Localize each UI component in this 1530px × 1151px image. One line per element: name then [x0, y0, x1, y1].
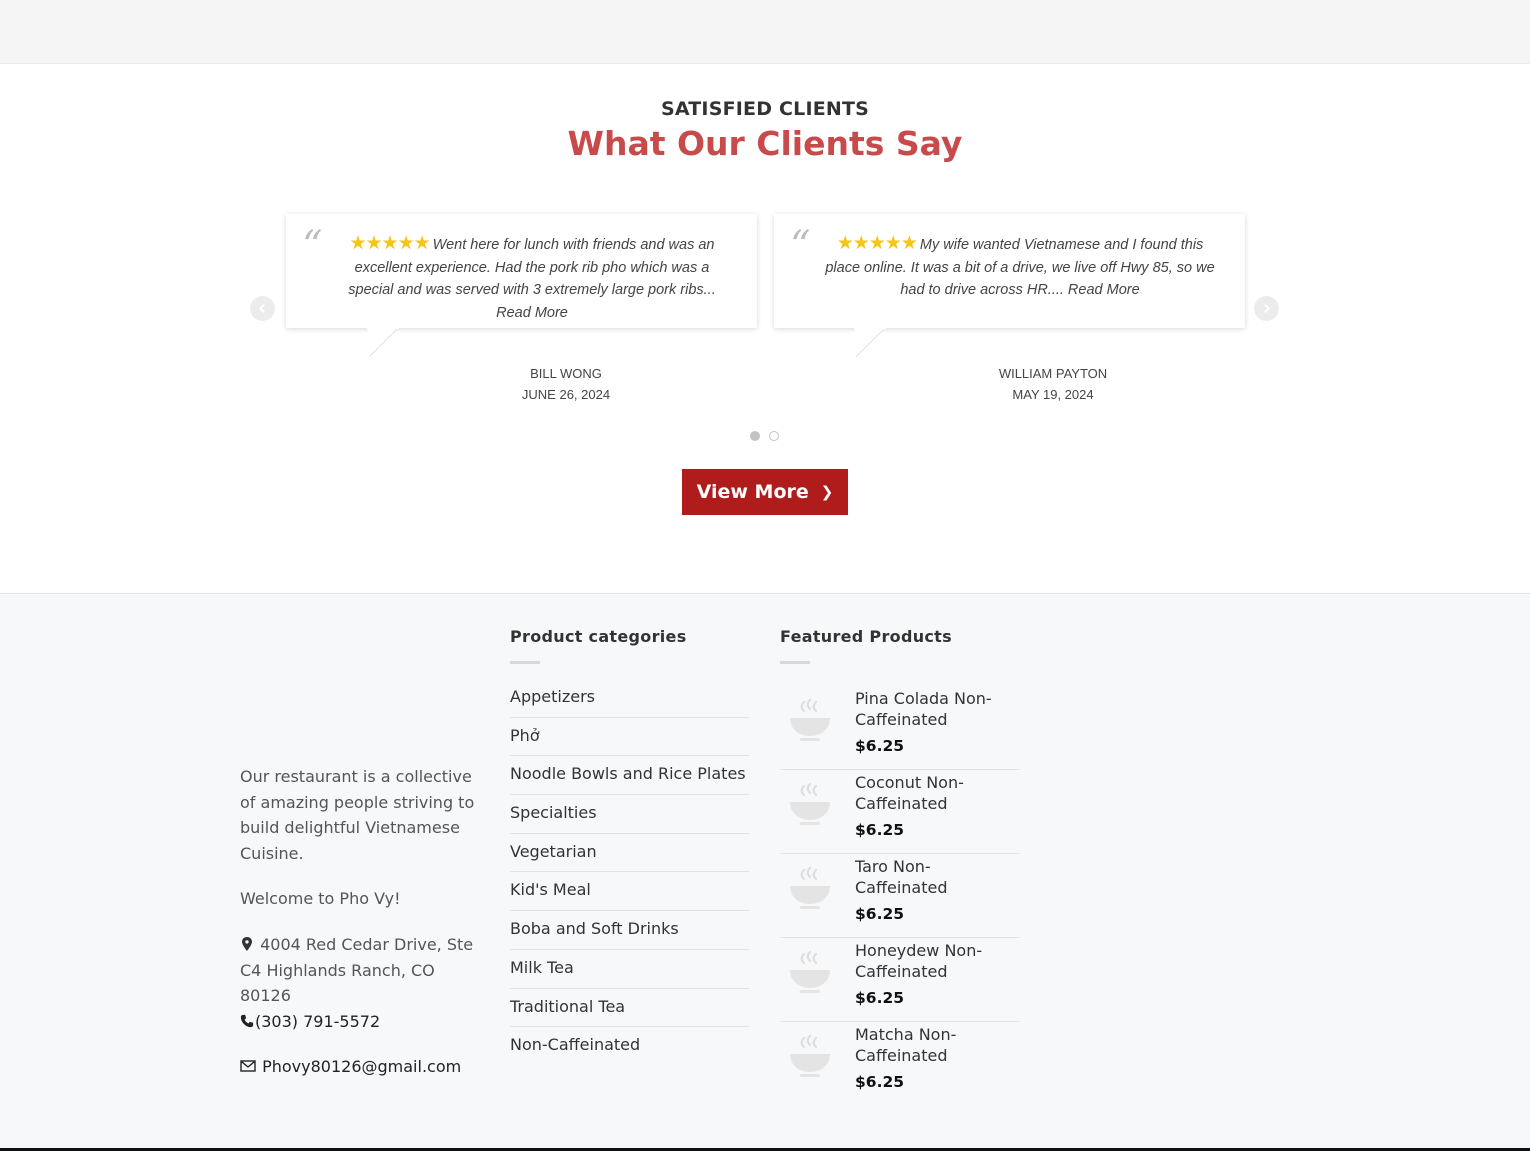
product-name[interactable]: Coconut Non-Caffeinated: [855, 772, 1020, 814]
product-name[interactable]: Taro Non-Caffeinated: [855, 856, 1020, 898]
carousel-next-button[interactable]: [1254, 296, 1279, 321]
product-item[interactable]: Pina Colada Non-Caffeinated $6.25: [780, 686, 1020, 770]
category-item[interactable]: Vegetarian: [510, 834, 749, 873]
card-tail: [367, 328, 399, 358]
product-item[interactable]: Matcha Non-Caffeinated $6.25: [780, 1022, 1020, 1106]
featured-product-list: Pina Colada Non-Caffeinated $6.25 Coconu…: [780, 686, 1020, 1106]
bowl-placeholder-icon: [790, 782, 830, 825]
category-item[interactable]: Noodle Bowls and Rice Plates: [510, 756, 749, 796]
category-item[interactable]: Specialties: [510, 795, 749, 834]
welcome-text: Welcome to Pho Vy!: [240, 889, 401, 909]
product-item[interactable]: Taro Non-Caffeinated $6.25: [780, 854, 1020, 938]
featured-title: Featured Products: [780, 627, 952, 646]
category-item[interactable]: Phở: [510, 718, 749, 757]
testimonial-author: WILLIAM PAYTON MAY 19, 2024: [903, 363, 1203, 405]
category-list: Appetizers Phở Noodle Bowls and Rice Pla…: [510, 679, 749, 1066]
chevron-left-icon: [258, 303, 265, 314]
carousel-prev-button[interactable]: [250, 296, 275, 321]
bowl-placeholder-icon: [790, 698, 830, 741]
product-item[interactable]: Honeydew Non-Caffeinated $6.25: [780, 938, 1020, 1022]
email-text[interactable]: Phovy80126@gmail.com: [262, 1057, 461, 1076]
title-underline: [510, 661, 540, 664]
testimonial-text: ★★★★★ Went here for lunch with friends an…: [332, 233, 732, 324]
phone-icon: [240, 1014, 254, 1027]
product-item[interactable]: Coconut Non-Caffeinated $6.25: [780, 770, 1020, 854]
footer-about: Our restaurant is a collective of amazin…: [240, 764, 480, 1080]
section-eyebrow: SATISFIED CLIENTS: [660, 98, 870, 120]
product-price: $6.25: [855, 989, 905, 1007]
bowl-placeholder-icon: [790, 950, 830, 993]
testimonial-card: “ ★★★★★ Went here for lunch with friends …: [286, 214, 757, 328]
map-pin-icon: [242, 936, 252, 951]
phone-line[interactable]: (303) 791-5572: [240, 1009, 480, 1035]
carousel-dot-2[interactable]: [769, 431, 779, 441]
star-rating: ★★★★★: [349, 233, 430, 254]
chevron-right-icon: [1264, 303, 1271, 314]
product-price: $6.25: [855, 905, 905, 923]
review-date: MAY 19, 2024: [1012, 387, 1094, 402]
product-name[interactable]: Honeydew Non-Caffeinated: [855, 940, 1020, 982]
bowl-placeholder-icon: [790, 1034, 830, 1077]
testimonial-author: BILL WONG JUNE 26, 2024: [416, 363, 716, 405]
address-line: 4004 Red Cedar Drive, Ste C4 Highlands R…: [240, 932, 480, 1009]
category-item[interactable]: Non-Caffeinated: [510, 1027, 749, 1066]
category-item[interactable]: Boba and Soft Drinks: [510, 911, 749, 950]
product-name[interactable]: Pina Colada Non-Caffeinated: [855, 688, 1020, 730]
contact-block: 4004 Red Cedar Drive, Ste C4 Highlands R…: [240, 932, 480, 1034]
testimonials-section: SATISFIED CLIENTS What Our Clients Say “…: [0, 64, 1530, 593]
email-line[interactable]: Phovy80126@gmail.com: [240, 1054, 480, 1080]
view-more-label: View More: [696, 481, 809, 503]
envelope-icon: [240, 1060, 256, 1073]
about-description: Our restaurant is a collective of amazin…: [240, 767, 475, 863]
address-text: 4004 Red Cedar Drive, Ste C4 Highlands R…: [240, 934, 474, 1006]
carousel-dot-1[interactable]: [750, 431, 760, 441]
category-item[interactable]: Appetizers: [510, 679, 749, 718]
author-name: BILL WONG: [530, 366, 602, 381]
footer: Our restaurant is a collective of amazin…: [0, 593, 1530, 1151]
product-price: $6.25: [855, 821, 905, 839]
product-price: $6.25: [855, 737, 905, 755]
author-name: WILLIAM PAYTON: [998, 366, 1108, 381]
bowl-placeholder-icon: [790, 866, 830, 909]
categories-title: Product categories: [510, 627, 687, 646]
product-price: $6.25: [855, 1073, 905, 1091]
quote-icon: “: [302, 223, 323, 269]
quote-icon: “: [790, 223, 811, 269]
phone-text[interactable]: (303) 791-5572: [255, 1012, 380, 1031]
card-tail: [854, 328, 886, 358]
top-bar: [0, 0, 1530, 64]
title-underline: [780, 661, 810, 664]
review-date: JUNE 26, 2024: [521, 387, 611, 402]
section-heading: What Our Clients Say: [567, 124, 963, 163]
product-name[interactable]: Matcha Non-Caffeinated: [855, 1024, 1020, 1066]
category-item[interactable]: Traditional Tea: [510, 989, 749, 1028]
category-item[interactable]: Kid's Meal: [510, 872, 749, 912]
testimonial-text: ★★★★★ My wife wanted Vietnamese and I fou…: [820, 233, 1220, 302]
testimonial-card: “ ★★★★★ My wife wanted Vietnamese and I f…: [774, 214, 1245, 328]
chevron-right-icon: ❯: [820, 483, 834, 501]
star-rating: ★★★★★: [836, 233, 918, 254]
view-more-button[interactable]: View More ❯: [682, 469, 848, 515]
category-item[interactable]: Milk Tea: [510, 950, 749, 989]
